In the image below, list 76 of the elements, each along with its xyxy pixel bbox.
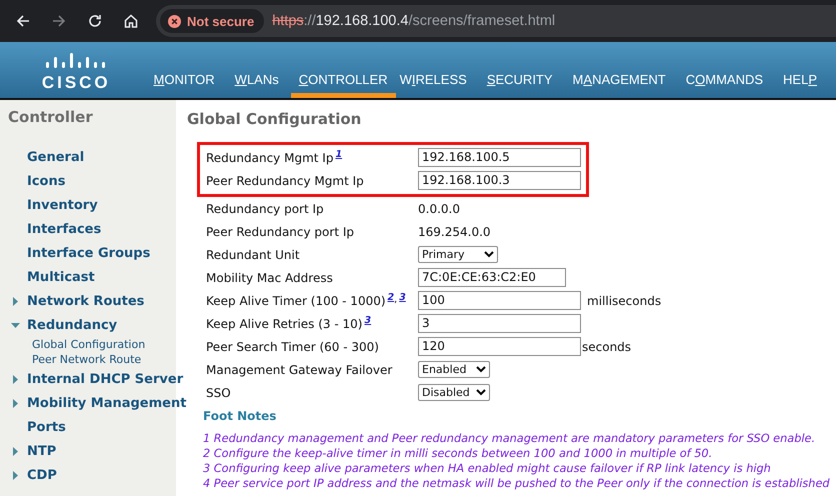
address-field[interactable]: https://192.168.100.4/screens/frameset.html [272,13,556,29]
triangle-icon[interactable] [11,321,20,330]
field-label: Mobility Mac Address [206,270,333,284]
sidebar-link[interactable]: Internal DHCP Server [27,372,184,386]
input-field[interactable]: 7C:0E:CE:63:C2:E0 [418,268,566,287]
triangle-icon[interactable] [11,447,20,456]
sidebar-link[interactable]: General [27,150,84,164]
sidebar-link[interactable]: Redundancy [27,318,118,332]
footnote-text: 1 Redundancy management and Peer redundancy management are mandatory parameters for SSO enable. [202,431,816,446]
separator-text: , [394,294,398,304]
nav-tab[interactable]: SECURITY [486,68,562,98]
sidebar-link[interactable]: Interface Groups [27,246,150,260]
chevron-down-icon [476,389,486,396]
input-field[interactable]: 100 [418,291,581,310]
nav-tab[interactable]: HELP [782,68,826,98]
footnotes-heading: Foot Notes [203,409,278,423]
sidebar-link[interactable]: Network Routes [27,294,144,308]
footnote-text: 4 Peer service port IP address and the netmask will be pushed to the Peer only if the connection is established [202,476,831,491]
home-icon [123,13,139,29]
field-label: Keep Alive Timer (100 - 1000) [206,294,386,308]
unit-label: seconds [582,340,632,354]
sidebar-title: Controller [8,108,94,128]
back-arrow-icon [15,13,31,29]
dropdown[interactable]: Enabled [418,361,490,378]
input-field[interactable]: 192.168.100.3 [418,171,581,190]
footnote-link[interactable]: 3 [399,292,406,302]
page-title: Global Configuration [187,110,362,130]
footnote-link[interactable]: 3 [364,314,372,326]
logo-text: CISCO [42,74,111,92]
nav-tab[interactable]: WLANs [234,68,288,98]
sidebar-link[interactable]: Ports [27,420,66,434]
field-label: Peer Search Timer (60 - 300) [206,340,379,354]
nav-tab[interactable]: WIRELESS [398,68,476,98]
chevron-down-icon [476,366,486,373]
field-label: Peer Redundancy Mgmt Ip [206,174,364,188]
forward-arrow-icon [51,13,67,29]
dropdown[interactable]: Primary [418,246,498,263]
reload-icon [87,13,103,29]
security-chip[interactable]: Not secure [160,9,264,33]
nav-tab[interactable]: MONITOR [152,68,224,98]
input-field[interactable]: 3 [418,314,581,333]
field-value: 169.254.0.0 [418,224,491,238]
input-field[interactable]: 120 [418,337,581,356]
unit-label: milliseconds [587,294,662,308]
sidebar-link[interactable]: Mobility Management [27,396,186,410]
triangle-icon[interactable] [11,399,20,408]
chevron-down-icon [484,251,494,258]
triangle-icon[interactable] [11,297,20,306]
field-label: Redundancy Mgmt Ip [206,150,334,164]
sidebar-link[interactable]: Icons [27,174,66,188]
nav-tab[interactable]: MANAGEMENT [572,68,675,98]
triangle-icon[interactable] [11,471,20,480]
field-value: 0.0.0.0 [418,202,460,216]
footnote-link[interactable]: 2 [388,292,394,302]
field-label: Keep Alive Retries (3 - 10) [206,316,362,330]
field-label: Peer Redundancy port Ip [206,224,354,238]
field-label: Redundant Unit [206,248,300,262]
field-label: Redundancy port Ip [206,202,324,216]
nav-tab[interactable]: CONTROLLER [290,68,396,98]
error-icon [168,14,181,28]
sidebar-link[interactable]: Interfaces [27,222,102,236]
sidebar-sublink[interactable]: Global Configuration [8,337,176,352]
footnote-link[interactable]: 1 [335,148,342,160]
field-label: Management Gateway Failover [206,362,392,376]
sidebar-sublink[interactable]: Peer Network Route [8,352,176,367]
dropdown[interactable]: Disabled [418,384,490,401]
nav-tab[interactable]: COMMANDS [684,68,772,98]
field-label: SSO [206,386,231,400]
sidebar-link[interactable]: CDP [27,468,57,482]
sidebar-link[interactable]: Inventory [27,198,98,212]
sidebar-link[interactable]: NTP [27,444,56,458]
footnote-text: 3 Configuring keep alive parameters when HA enabled might cause failover if RP link latency is high [202,461,772,476]
footnote-text: 2 Configure the keep-alive timer in milli seconds between 100 and 1000 in multiple of 50. [202,446,714,461]
input-field[interactable]: 192.168.100.5 [418,148,581,167]
triangle-icon[interactable] [11,375,20,384]
sidebar-link[interactable]: Multicast [27,270,95,284]
